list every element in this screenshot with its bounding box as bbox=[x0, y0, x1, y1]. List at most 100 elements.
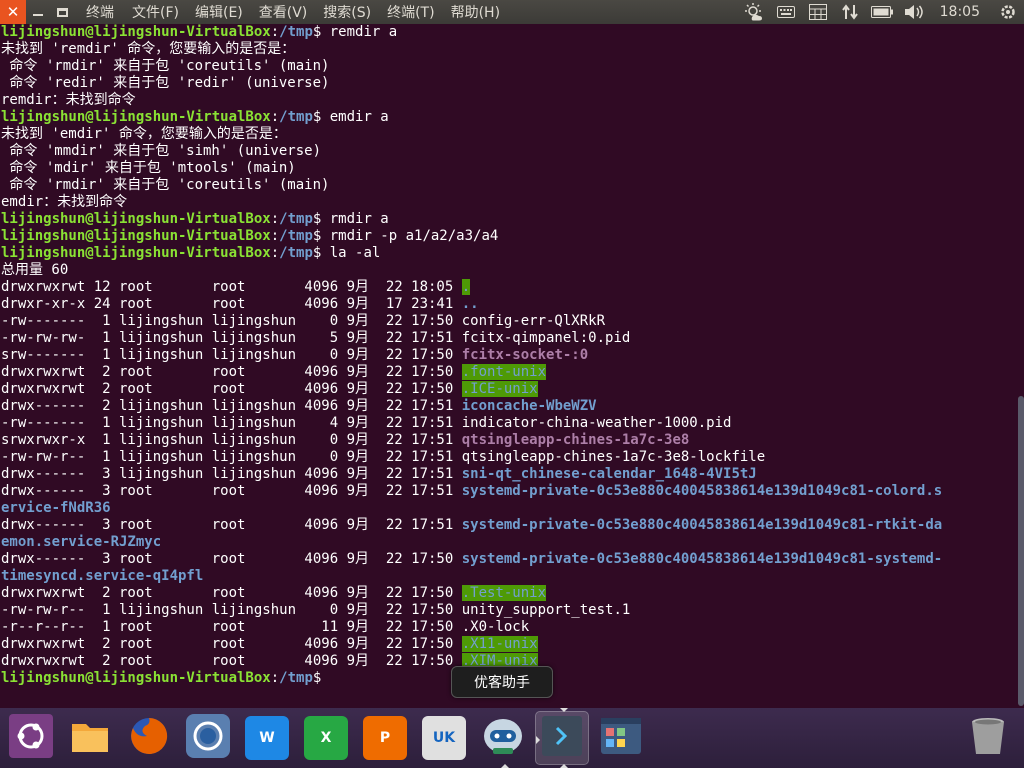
dock-item-wps-writer[interactable]: W bbox=[241, 712, 293, 764]
terminal-text-segment: -rw-rw-r-- 1 lijingshun lijingshun 0 9月 … bbox=[1, 602, 631, 618]
menu-item-3[interactable]: 搜索(S) bbox=[315, 2, 379, 22]
dock-item-ubuntu-dash[interactable] bbox=[5, 712, 57, 764]
terminal-text-segment: drwxrwxrwt 2 root root 4096 9月 22 17:50 bbox=[1, 585, 462, 601]
keyboard-indicator[interactable] bbox=[770, 0, 802, 24]
terminal-line: emon.service-RJZmyc bbox=[1, 534, 1016, 551]
terminal-line: 命令 'rmdir' 来自于包 'coreutils' (main) bbox=[1, 177, 1016, 194]
terminal-output[interactable]: lijingshun@lijingshun-VirtualBox:/tmp$ r… bbox=[0, 24, 1016, 708]
menu-item-5[interactable]: 帮助(H) bbox=[443, 2, 508, 22]
minimize-button[interactable] bbox=[26, 0, 50, 24]
prompt-user: lijingshun@lijingshun-VirtualBox bbox=[1, 670, 271, 686]
menu-item-0[interactable]: 文件(F) bbox=[124, 2, 187, 22]
dock-item-uk-software-center[interactable]: UK bbox=[418, 712, 470, 764]
terminal-line: 总用量 60 bbox=[1, 262, 1016, 279]
firefox-icon bbox=[127, 714, 171, 762]
terminal-line: -rw-rw-rw- 1 lijingshun lijingshun 5 9月 … bbox=[1, 330, 1016, 347]
dock-item-workspace-switcher[interactable] bbox=[595, 712, 647, 764]
prompt-sym: $ bbox=[312, 670, 330, 686]
terminal-text-segment: -r--r--r-- 1 root root 11 9月 22 17:50 .X… bbox=[1, 619, 530, 635]
terminal-text-segment: remdir a bbox=[329, 24, 398, 40]
network-updown-icon bbox=[841, 4, 858, 20]
sound-indicator[interactable] bbox=[898, 0, 930, 24]
battery-indicator[interactable] bbox=[866, 0, 898, 24]
terminal-text-segment: drwxrwxrwt 2 root root 4096 9月 22 17:50 bbox=[1, 653, 462, 669]
filename-dir: ervice-fNdR36 bbox=[1, 500, 111, 516]
menu-item-2[interactable]: 查看(V) bbox=[251, 2, 316, 22]
terminal-scrollbar[interactable] bbox=[1016, 24, 1024, 708]
terminal-line: drwxrwxrwt 12 root root 4096 9月 22 18:05… bbox=[1, 279, 1016, 296]
dock-item-trash[interactable] bbox=[962, 712, 1014, 764]
terminal-text-segment: 命令 'mdir' 来自于包 'mtools' (main) bbox=[1, 160, 296, 176]
system-menu-button[interactable] bbox=[992, 0, 1024, 24]
running-indicator bbox=[560, 708, 568, 712]
filename-sock: qtsingleapp-chines-1a7c-3e8 bbox=[461, 432, 690, 448]
terminal-line: drwx------ 3 root root 4096 9月 22 17:51 … bbox=[1, 517, 1016, 534]
writer-icon: W bbox=[245, 716, 289, 760]
prompt-sym: $ bbox=[312, 228, 330, 244]
terminal-text-segment: 未找到 'emdir' 命令，您要输入的是否是： bbox=[1, 126, 287, 142]
terminal-line: 未找到 'emdir' 命令，您要输入的是否是： bbox=[1, 126, 1016, 143]
dock-item-firefox[interactable] bbox=[123, 712, 175, 764]
maximize-button[interactable] bbox=[50, 0, 74, 24]
dock-tooltip: 优客助手 bbox=[451, 666, 553, 698]
terminal-line: lijingshun@lijingshun-VirtualBox:/tmp$ r… bbox=[1, 211, 1016, 228]
prompt-path: /tmp bbox=[279, 211, 313, 227]
terminal-text-segment: remdir：未找到命令 bbox=[1, 92, 136, 108]
filename-dir: iconcache-WbeWZV bbox=[461, 398, 597, 414]
prompt-user: lijingshun@lijingshun-VirtualBox bbox=[1, 24, 271, 40]
filename-sticky: . bbox=[461, 279, 471, 295]
terminal-text-segment: drwxrwxrwt 2 root root 4096 9月 22 17:50 bbox=[1, 636, 462, 652]
prompt-path: /tmp bbox=[279, 245, 313, 261]
prompt-sep: : bbox=[270, 245, 280, 261]
clock[interactable]: 18:05 bbox=[930, 4, 992, 20]
terminal-text: lijingshun@lijingshun-VirtualBox:/tmp$ r… bbox=[0, 24, 1016, 687]
terminal-line: drwx------ 3 root root 4096 9月 22 17:50 … bbox=[1, 551, 1016, 568]
calendar-indicator[interactable] bbox=[802, 0, 834, 24]
terminal-text-segment: 未找到 'remdir' 命令，您要输入的是否是： bbox=[1, 41, 296, 57]
terminal-line: lijingshun@lijingshun-VirtualBox:/tmp$ e… bbox=[1, 109, 1016, 126]
network-indicator[interactable] bbox=[834, 0, 866, 24]
terminal-text-segment: 总用量 60 bbox=[1, 262, 69, 278]
terminal-text-segment: drwx------ 3 root root 4096 9月 22 17:51 bbox=[1, 517, 462, 533]
filename-dir: systemd-private-0c53e880c40045838614e139… bbox=[461, 517, 943, 533]
terminal-line: -rw------- 1 lijingshun lijingshun 4 9月 … bbox=[1, 415, 1016, 432]
terminal-line: drwxrwxrwt 2 root root 4096 9月 22 17:50 … bbox=[1, 381, 1016, 398]
terminal-line: 命令 'mmdir' 来自于包 'simh' (universe) bbox=[1, 143, 1016, 160]
prompt-user: lijingshun@lijingshun-VirtualBox bbox=[1, 245, 271, 261]
prompt-path: /tmp bbox=[279, 670, 313, 686]
prompt-user: lijingshun@lijingshun-VirtualBox bbox=[1, 109, 271, 125]
dock-item-wps-presentation[interactable]: P bbox=[359, 712, 411, 764]
menu-item-4[interactable]: 终端(T) bbox=[379, 2, 442, 22]
scrollbar-thumb[interactable] bbox=[1018, 396, 1024, 706]
launcher-dock: W X P UK bbox=[0, 708, 1024, 768]
prompt-sep: : bbox=[270, 228, 280, 244]
weather-indicator[interactable] bbox=[738, 0, 770, 24]
dock-item-terminal[interactable] bbox=[535, 708, 589, 768]
close-button[interactable]: ✕ bbox=[0, 0, 26, 24]
trash-icon bbox=[966, 714, 1010, 762]
terminal-text-segment: emdir：未找到命令 bbox=[1, 194, 128, 210]
menu-bar: 文件(F) 编辑(E) 查看(V) 搜索(S) 终端(T) 帮助(H) bbox=[124, 2, 508, 22]
battery-icon bbox=[870, 6, 893, 18]
terminal-text-segment: drwx------ 3 root root 4096 9月 22 17:51 bbox=[1, 483, 462, 499]
filename-dir: sni-qt_chinese-calendar_1648-4VI5tJ bbox=[461, 466, 757, 482]
dock-item-wps-spreadsheets[interactable]: X bbox=[300, 712, 352, 764]
dock-item-youker-assistant[interactable] bbox=[477, 712, 529, 768]
terminal-line: -r--r--r-- 1 root root 11 9月 22 17:50 .X… bbox=[1, 619, 1016, 636]
terminal-line: 命令 'redir' 来自于包 'redir' (universe) bbox=[1, 75, 1016, 92]
keyboard-icon bbox=[776, 6, 795, 18]
dock-item-browser[interactable] bbox=[182, 712, 234, 764]
weather-sun-icon bbox=[744, 3, 762, 21]
menu-item-1[interactable]: 编辑(E) bbox=[187, 2, 251, 22]
prompt-user: lijingshun@lijingshun-VirtualBox bbox=[1, 211, 271, 227]
dock-item-label: UK bbox=[432, 730, 456, 746]
volume-icon bbox=[904, 5, 923, 19]
filename-sock: fcitx-socket-:0 bbox=[461, 347, 589, 363]
filename-dir: .. bbox=[461, 296, 479, 312]
terminal-text-segment: -rw-rw-rw- 1 lijingshun lijingshun 5 9月 … bbox=[1, 330, 631, 346]
terminal-line: 命令 'rmdir' 来自于包 'coreutils' (main) bbox=[1, 58, 1016, 75]
dock-item-files[interactable] bbox=[64, 712, 116, 764]
terminal-text-segment: drwx------ 3 root root 4096 9月 22 17:50 bbox=[1, 551, 462, 567]
filename-dir: systemd-private-0c53e880c40045838614e139… bbox=[461, 551, 943, 567]
terminal-line: lijingshun@lijingshun-VirtualBox:/tmp$ r… bbox=[1, 228, 1016, 245]
